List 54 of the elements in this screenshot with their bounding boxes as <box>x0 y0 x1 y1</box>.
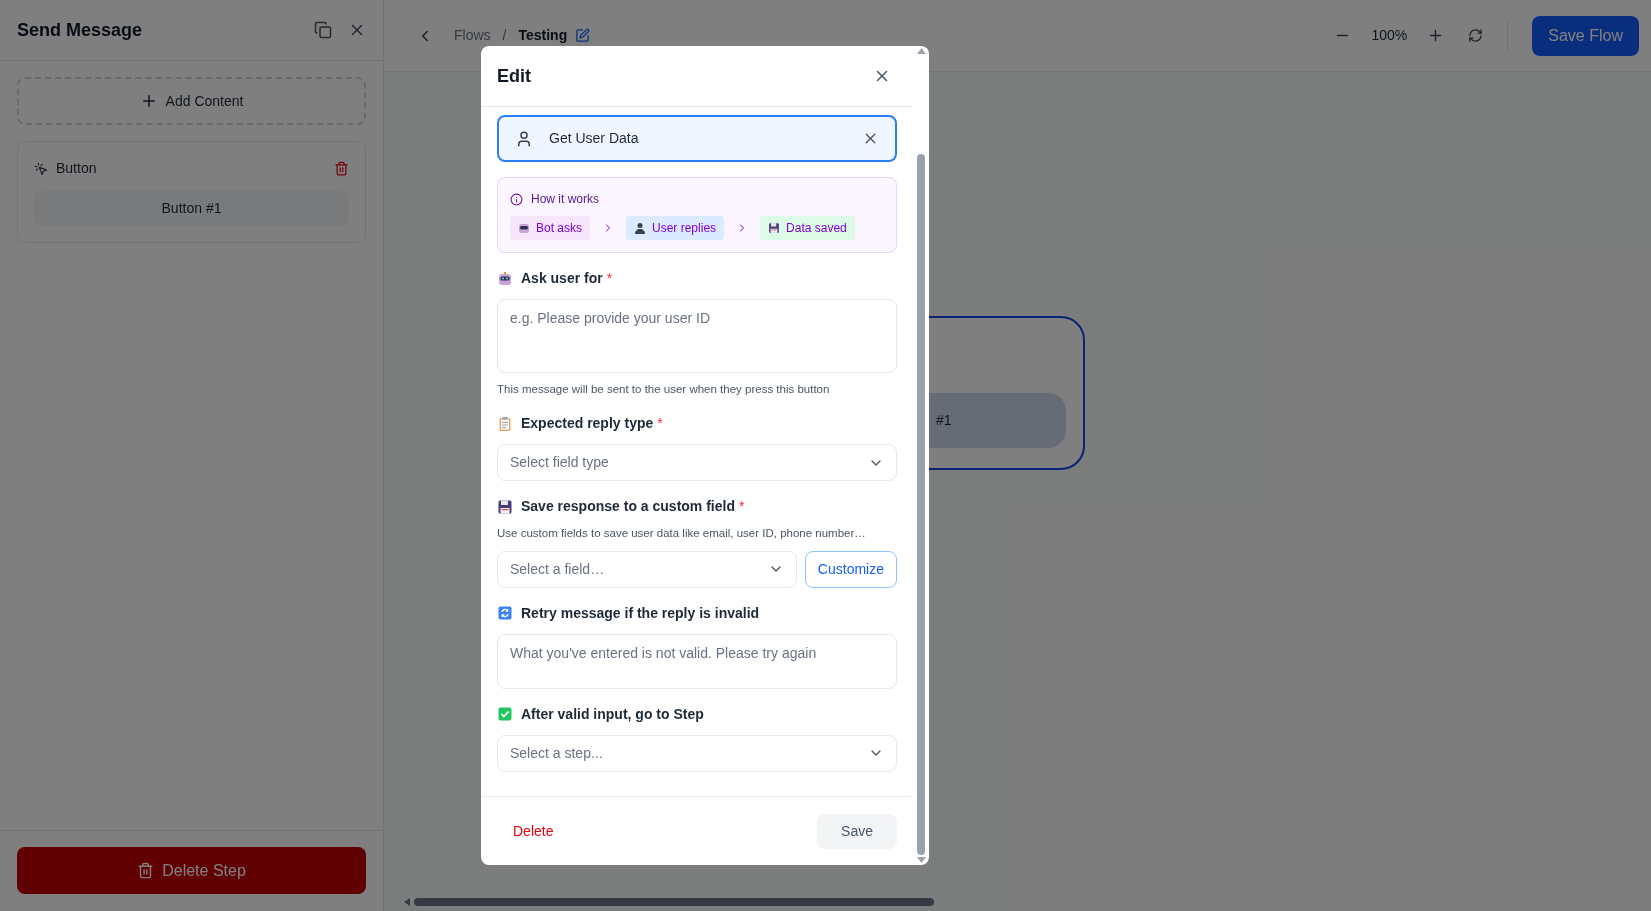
action-label: Get User Data <box>549 129 639 148</box>
field-label: Expected reply type <box>521 414 654 434</box>
field-description: Use custom fields to save user data like email, user ID, phone number… <box>497 526 867 542</box>
select-field[interactable]: Select field type <box>497 444 897 482</box>
scroll-left-arrow-icon[interactable] <box>404 898 410 906</box>
add-content-button[interactable]: Add Content <box>17 77 366 125</box>
horizontal-scrollbar-thumb[interactable] <box>414 898 934 906</box>
zoom-level: 100% <box>1371 26 1408 45</box>
message-input[interactable]: e.g. Please provide your user ID <box>497 299 897 373</box>
dialog-title: Edit <box>497 64 531 88</box>
info-title: How it works <box>531 191 599 208</box>
card-title: Button <box>56 159 97 178</box>
field-label: Ask user for <box>521 269 603 288</box>
breadcrumb-separator: / <box>502 26 507 45</box>
required-mark: * <box>738 497 745 517</box>
scroll-down-arrow-icon[interactable] <box>916 857 926 863</box>
message-input[interactable]: What you've entered is not valid. Please try again <box>497 633 897 689</box>
vertical-scrollbar-thumb[interactable] <box>917 154 925 855</box>
robot-icon <box>518 222 530 234</box>
user-icon <box>515 129 533 148</box>
robot-icon <box>497 270 513 287</box>
step-chip: Data saved <box>760 216 855 240</box>
check-mark-icon <box>497 706 513 722</box>
refresh-icon <box>497 605 513 621</box>
required-mark: * <box>657 414 663 434</box>
field-label: After valid input, go to Step <box>521 704 704 724</box>
reset-icon[interactable] <box>1468 28 1484 43</box>
pointer-click-icon <box>34 161 48 176</box>
step-chip: User replies <box>626 216 725 240</box>
save-button[interactable]: Save <box>817 813 897 849</box>
trash-icon <box>137 862 155 879</box>
trash-icon[interactable] <box>334 161 349 176</box>
person-icon <box>634 222 647 234</box>
field-label: Save response to a custom field <box>521 497 735 517</box>
edit-icon[interactable] <box>575 28 591 43</box>
breadcrumb-link[interactable]: Flows <box>454 25 491 46</box>
action-card[interactable]: Get User Data <box>497 115 897 162</box>
panel-title: Send Message <box>17 18 143 42</box>
required-mark: * <box>606 269 613 288</box>
select-field[interactable]: Select a field… <box>497 550 797 588</box>
step-chip: Bot asks <box>510 216 591 240</box>
info-icon <box>510 192 523 206</box>
delete-button[interactable]: Delete <box>497 813 570 849</box>
button-preview[interactable]: Button #1 <box>34 191 349 226</box>
customize-button[interactable]: Customize <box>804 550 897 588</box>
help-text: This message will be sent to the user when they press this button <box>497 382 831 397</box>
copy-icon[interactable] <box>314 21 332 39</box>
breadcrumb-current: Testing <box>518 26 568 45</box>
select-field[interactable]: Select a step... <box>497 734 897 772</box>
scroll-up-arrow-icon[interactable] <box>916 48 926 54</box>
field-label: Retry message if the reply is invalid <box>521 603 760 623</box>
delete-step-button[interactable]: Delete Step <box>17 847 366 894</box>
save-flow-button[interactable]: Save Flow <box>1532 15 1639 56</box>
clipboard-icon <box>497 415 513 432</box>
